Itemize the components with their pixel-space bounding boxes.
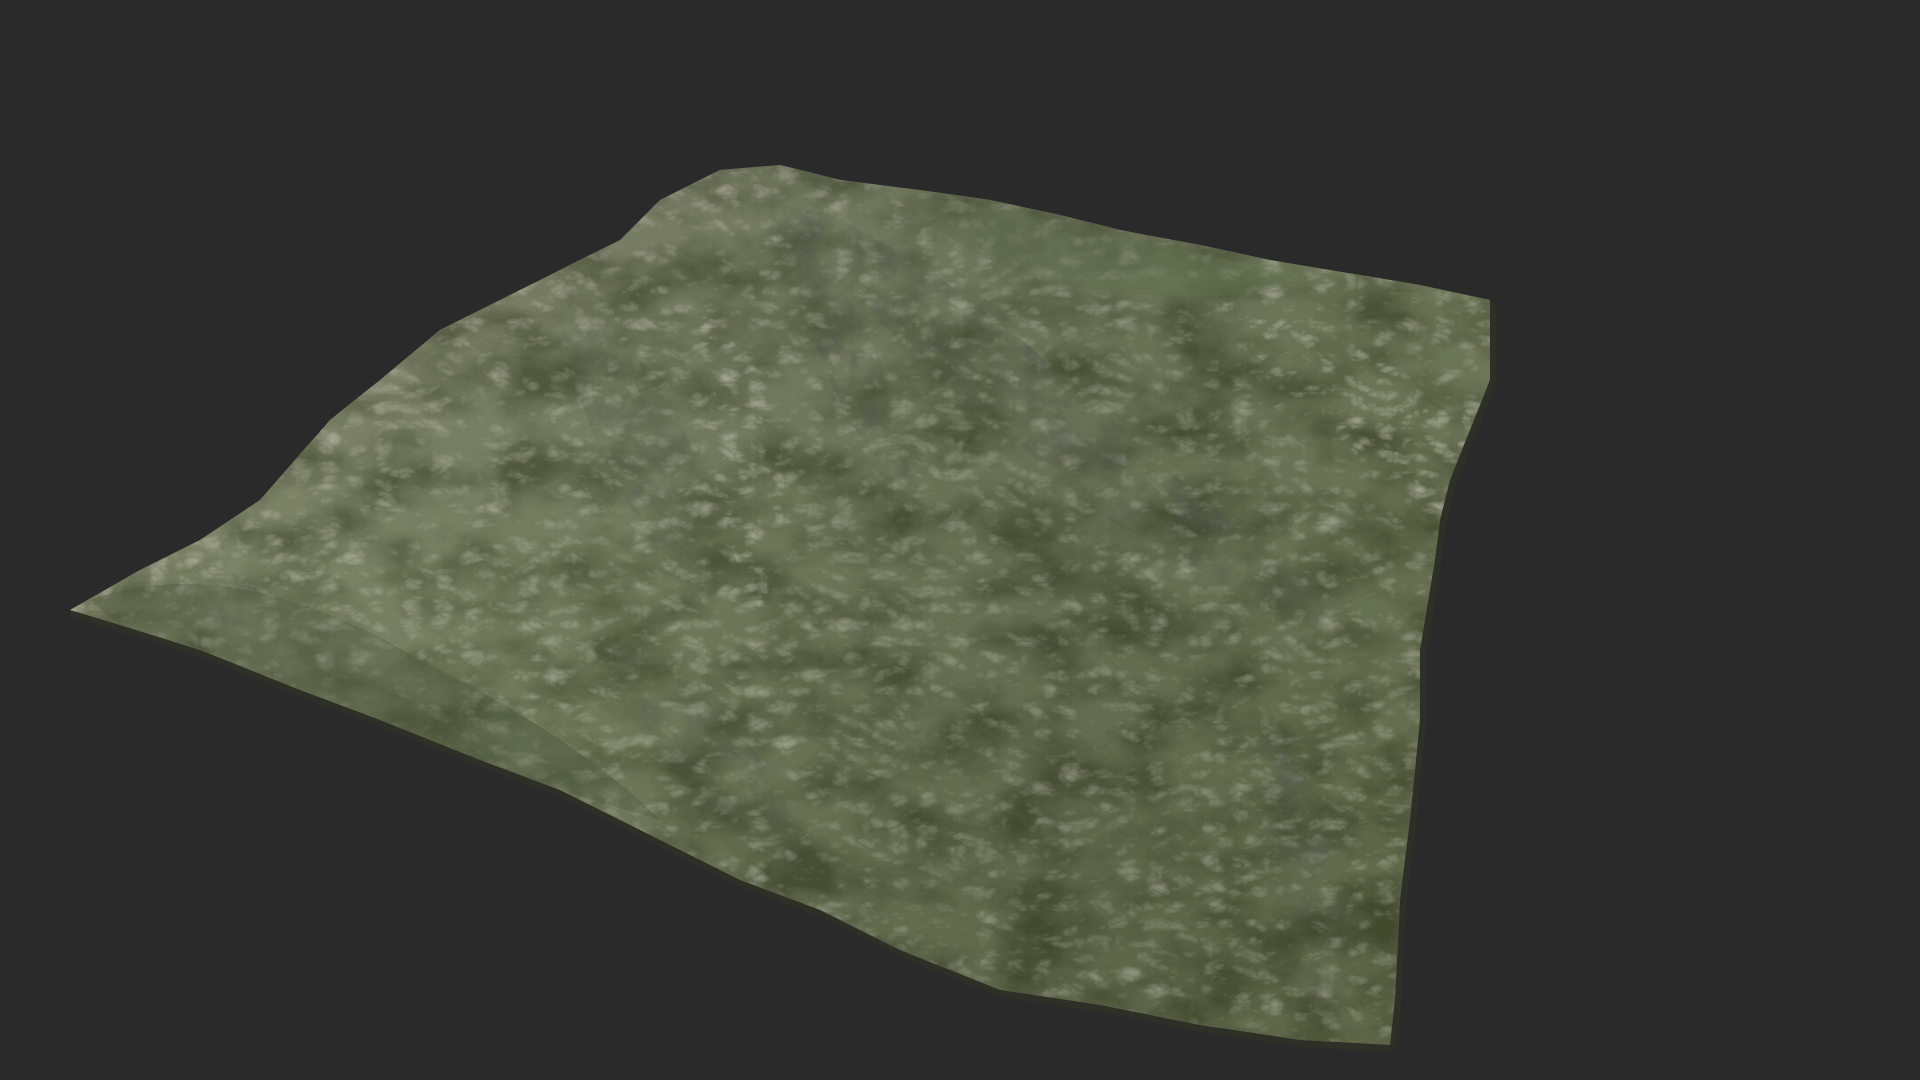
terrain-mesh	[70, 165, 1496, 1052]
terrain-render[interactable]	[0, 0, 1920, 1080]
viewport-3d[interactable]	[0, 0, 1920, 1080]
